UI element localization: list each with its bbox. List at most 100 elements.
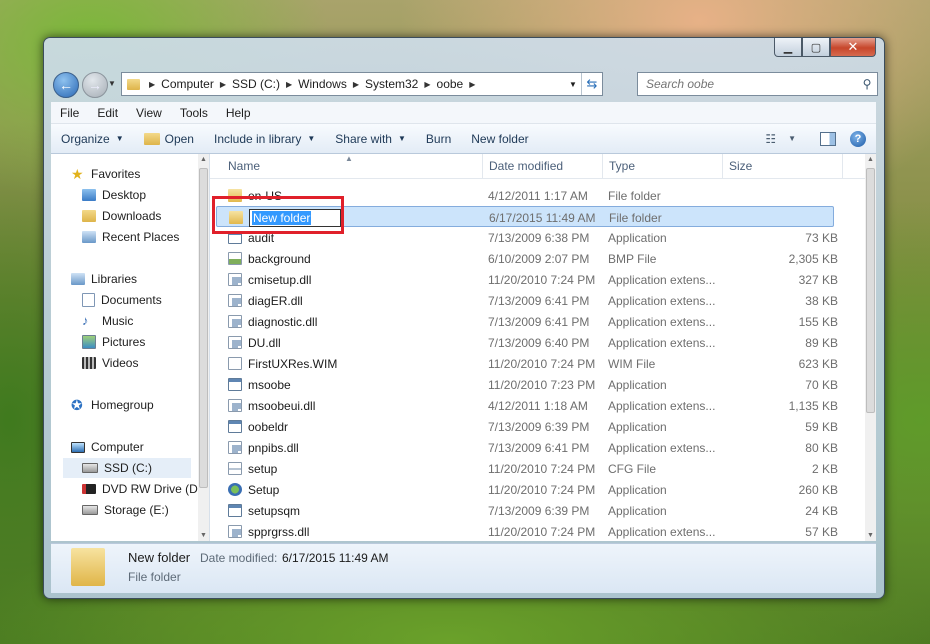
open-button[interactable]: Open xyxy=(134,132,204,146)
file-row[interactable]: diagER.dll 7/13/2009 6:41 PM Application e… xyxy=(210,290,850,311)
file-row[interactable]: en-US 4/12/2011 1:17 AM File folder xyxy=(210,185,850,206)
nav-recent-places[interactable]: Recent Places xyxy=(82,227,179,247)
chevron-right-icon[interactable]: ▶ xyxy=(149,80,155,89)
file-row-selected[interactable]: New folder 6/17/2015 11:49 AM File folder xyxy=(216,206,834,227)
share-with-button[interactable]: Share with ▼ xyxy=(325,132,416,146)
file-name-cell: audit xyxy=(228,227,478,248)
file-name-cell: oobeldr xyxy=(228,416,478,437)
file-row[interactable]: Setup 11/20/2010 7:24 PM Application 260 KB xyxy=(210,479,850,500)
nav-music[interactable]: ♪ Music xyxy=(82,311,133,331)
address-bar[interactable]: ▶ Computer ▶ SSD (C:) ▶ Windows ▶ System32 ▶… xyxy=(121,72,603,96)
search-input[interactable] xyxy=(644,76,857,92)
chevron-right-icon[interactable]: ▶ xyxy=(353,80,359,89)
nav-computer[interactable]: Computer xyxy=(71,437,144,457)
file-list: ▲ Name Date modified Type Size en-US 4/12… xyxy=(210,154,876,541)
file-row[interactable]: DU.dll 7/13/2009 6:40 PM Application exten… xyxy=(210,332,850,353)
file-list-scrollbar[interactable]: ▲ ▼ xyxy=(865,154,876,541)
new-folder-button[interactable]: New folder xyxy=(461,132,538,146)
column-type[interactable]: Type xyxy=(603,154,723,178)
nav-pictures[interactable]: Pictures xyxy=(82,332,145,352)
nav-documents[interactable]: Documents xyxy=(82,290,162,310)
file-date: 7/13/2009 6:39 PM xyxy=(488,419,590,434)
nav-desktop[interactable]: Desktop xyxy=(82,185,146,205)
nav-videos[interactable]: Videos xyxy=(82,353,138,373)
address-dropdown-icon[interactable]: ▼ xyxy=(566,73,580,95)
breadcrumb-oobe[interactable]: oobe xyxy=(437,77,464,91)
search-box[interactable]: ⚲ xyxy=(637,72,878,96)
file-row[interactable]: msoobe 11/20/2010 7:23 PM Application 70 KB xyxy=(210,374,850,395)
close-button[interactable]: ✕ xyxy=(830,38,876,57)
file-row[interactable]: pnpibs.dll 7/13/2009 6:41 PM Application e… xyxy=(210,437,850,458)
file-row[interactable]: setupsqm 7/13/2009 6:39 PM Application 24 K… xyxy=(210,500,850,521)
file-date: 11/20/2010 7:23 PM xyxy=(488,377,596,392)
file-row[interactable]: oobeldr 7/13/2009 6:39 PM Application 59 KB xyxy=(210,416,850,437)
recent-pages-dropdown-icon[interactable]: ▼ xyxy=(108,79,116,88)
breadcrumb-ssd[interactable]: SSD (C:) xyxy=(232,77,280,91)
preview-pane-icon[interactable] xyxy=(820,131,836,146)
maximize-button[interactable]: ▢ xyxy=(802,38,830,57)
nav-storage-e[interactable]: Storage (E:) xyxy=(82,500,169,520)
file-size: 327 KB xyxy=(798,272,838,287)
file-name-cell: msoobeui.dll xyxy=(228,395,478,416)
scrollbar-thumb[interactable] xyxy=(199,168,208,488)
file-name: setupsqm xyxy=(248,503,301,518)
file-date: 4/12/2011 1:17 AM xyxy=(488,188,588,203)
menu-tools[interactable]: Tools xyxy=(171,106,217,120)
nav-libraries[interactable]: Libraries xyxy=(71,269,137,289)
file-date: 7/13/2009 6:40 PM xyxy=(488,335,590,350)
folder-file-icon xyxy=(229,211,243,224)
search-icon[interactable]: ⚲ xyxy=(857,77,877,91)
scroll-up-icon[interactable]: ▲ xyxy=(867,156,874,163)
menu-file[interactable]: File xyxy=(51,106,88,120)
file-row[interactable]: msoobeui.dll 4/12/2011 1:18 AM Application… xyxy=(210,395,850,416)
breadcrumb-system32[interactable]: System32 xyxy=(365,77,418,91)
file-name-cell: diagnostic.dll xyxy=(228,311,478,332)
change-view-icon[interactable]: ☷ xyxy=(765,132,776,146)
forward-button[interactable]: → xyxy=(82,72,108,98)
dll-file-icon xyxy=(228,441,242,454)
chevron-right-icon[interactable]: ▶ xyxy=(469,80,475,89)
scroll-down-icon[interactable]: ▼ xyxy=(200,532,207,539)
rename-text: New folder xyxy=(252,210,312,225)
organize-button[interactable]: Organize ▼ xyxy=(51,132,134,146)
scroll-down-icon[interactable]: ▼ xyxy=(867,532,874,539)
minimize-button[interactable]: ▁ xyxy=(774,38,802,57)
nav-ssd-c[interactable]: SSD (C:) xyxy=(63,458,191,478)
nav-downloads[interactable]: Downloads xyxy=(82,206,161,226)
menu-view[interactable]: View xyxy=(127,106,171,120)
file-row[interactable]: diagnostic.dll 7/13/2009 6:41 PM Applicati… xyxy=(210,311,850,332)
file-row[interactable]: spprgrss.dll 11/20/2010 7:24 PM Applicatio… xyxy=(210,521,850,541)
nav-favorites[interactable]: ★ Favorites xyxy=(71,164,140,184)
menu-help[interactable]: Help xyxy=(217,106,260,120)
nav-homegroup[interactable]: ✪ Homegroup xyxy=(71,395,154,415)
homegroup-icon: ✪ xyxy=(71,397,83,413)
file-row[interactable]: cmisetup.dll 11/20/2010 7:24 PM Applicatio… xyxy=(210,269,850,290)
file-name-cell: spprgrss.dll xyxy=(228,521,478,541)
view-options-dropdown-icon[interactable]: ▼ xyxy=(788,134,796,143)
nav-dvd-drive[interactable]: DVD RW Drive (D xyxy=(82,479,198,499)
scroll-up-icon[interactable]: ▲ xyxy=(200,156,207,163)
menu-edit[interactable]: Edit xyxy=(88,106,127,120)
column-size[interactable]: Size xyxy=(723,154,843,178)
chevron-right-icon[interactable]: ▶ xyxy=(220,80,226,89)
breadcrumb-windows[interactable]: Windows xyxy=(298,77,347,91)
refresh-icon[interactable]: ⇆ xyxy=(581,73,602,95)
help-icon[interactable]: ? xyxy=(850,130,866,147)
file-row[interactable]: FirstUXRes.WIM 11/20/2010 7:24 PM WIM File… xyxy=(210,353,850,374)
back-button[interactable]: ← xyxy=(53,72,79,98)
file-row[interactable]: background 6/10/2009 2:07 PM BMP File 2,305… xyxy=(210,248,850,269)
chevron-right-icon[interactable]: ▶ xyxy=(286,80,292,89)
column-date-modified[interactable]: Date modified xyxy=(483,154,603,178)
file-row[interactable]: audit 7/13/2009 6:38 PM Application 73 KB xyxy=(210,227,850,248)
file-row[interactable]: setup 11/20/2010 7:24 PM CFG File 2 KB xyxy=(210,458,850,479)
file-size xyxy=(728,185,838,206)
burn-button[interactable]: Burn xyxy=(416,132,461,146)
breadcrumb-computer[interactable]: Computer xyxy=(161,77,214,91)
include-in-library-button[interactable]: Include in library ▼ xyxy=(204,132,325,146)
file-size: 24 KB xyxy=(805,503,838,518)
scrollbar-thumb[interactable] xyxy=(866,168,875,413)
column-name[interactable]: Name xyxy=(222,154,483,178)
rename-input[interactable]: New folder xyxy=(249,208,341,227)
navigation-scrollbar[interactable]: ▲ ▼ xyxy=(198,154,209,541)
chevron-right-icon[interactable]: ▶ xyxy=(424,80,430,89)
